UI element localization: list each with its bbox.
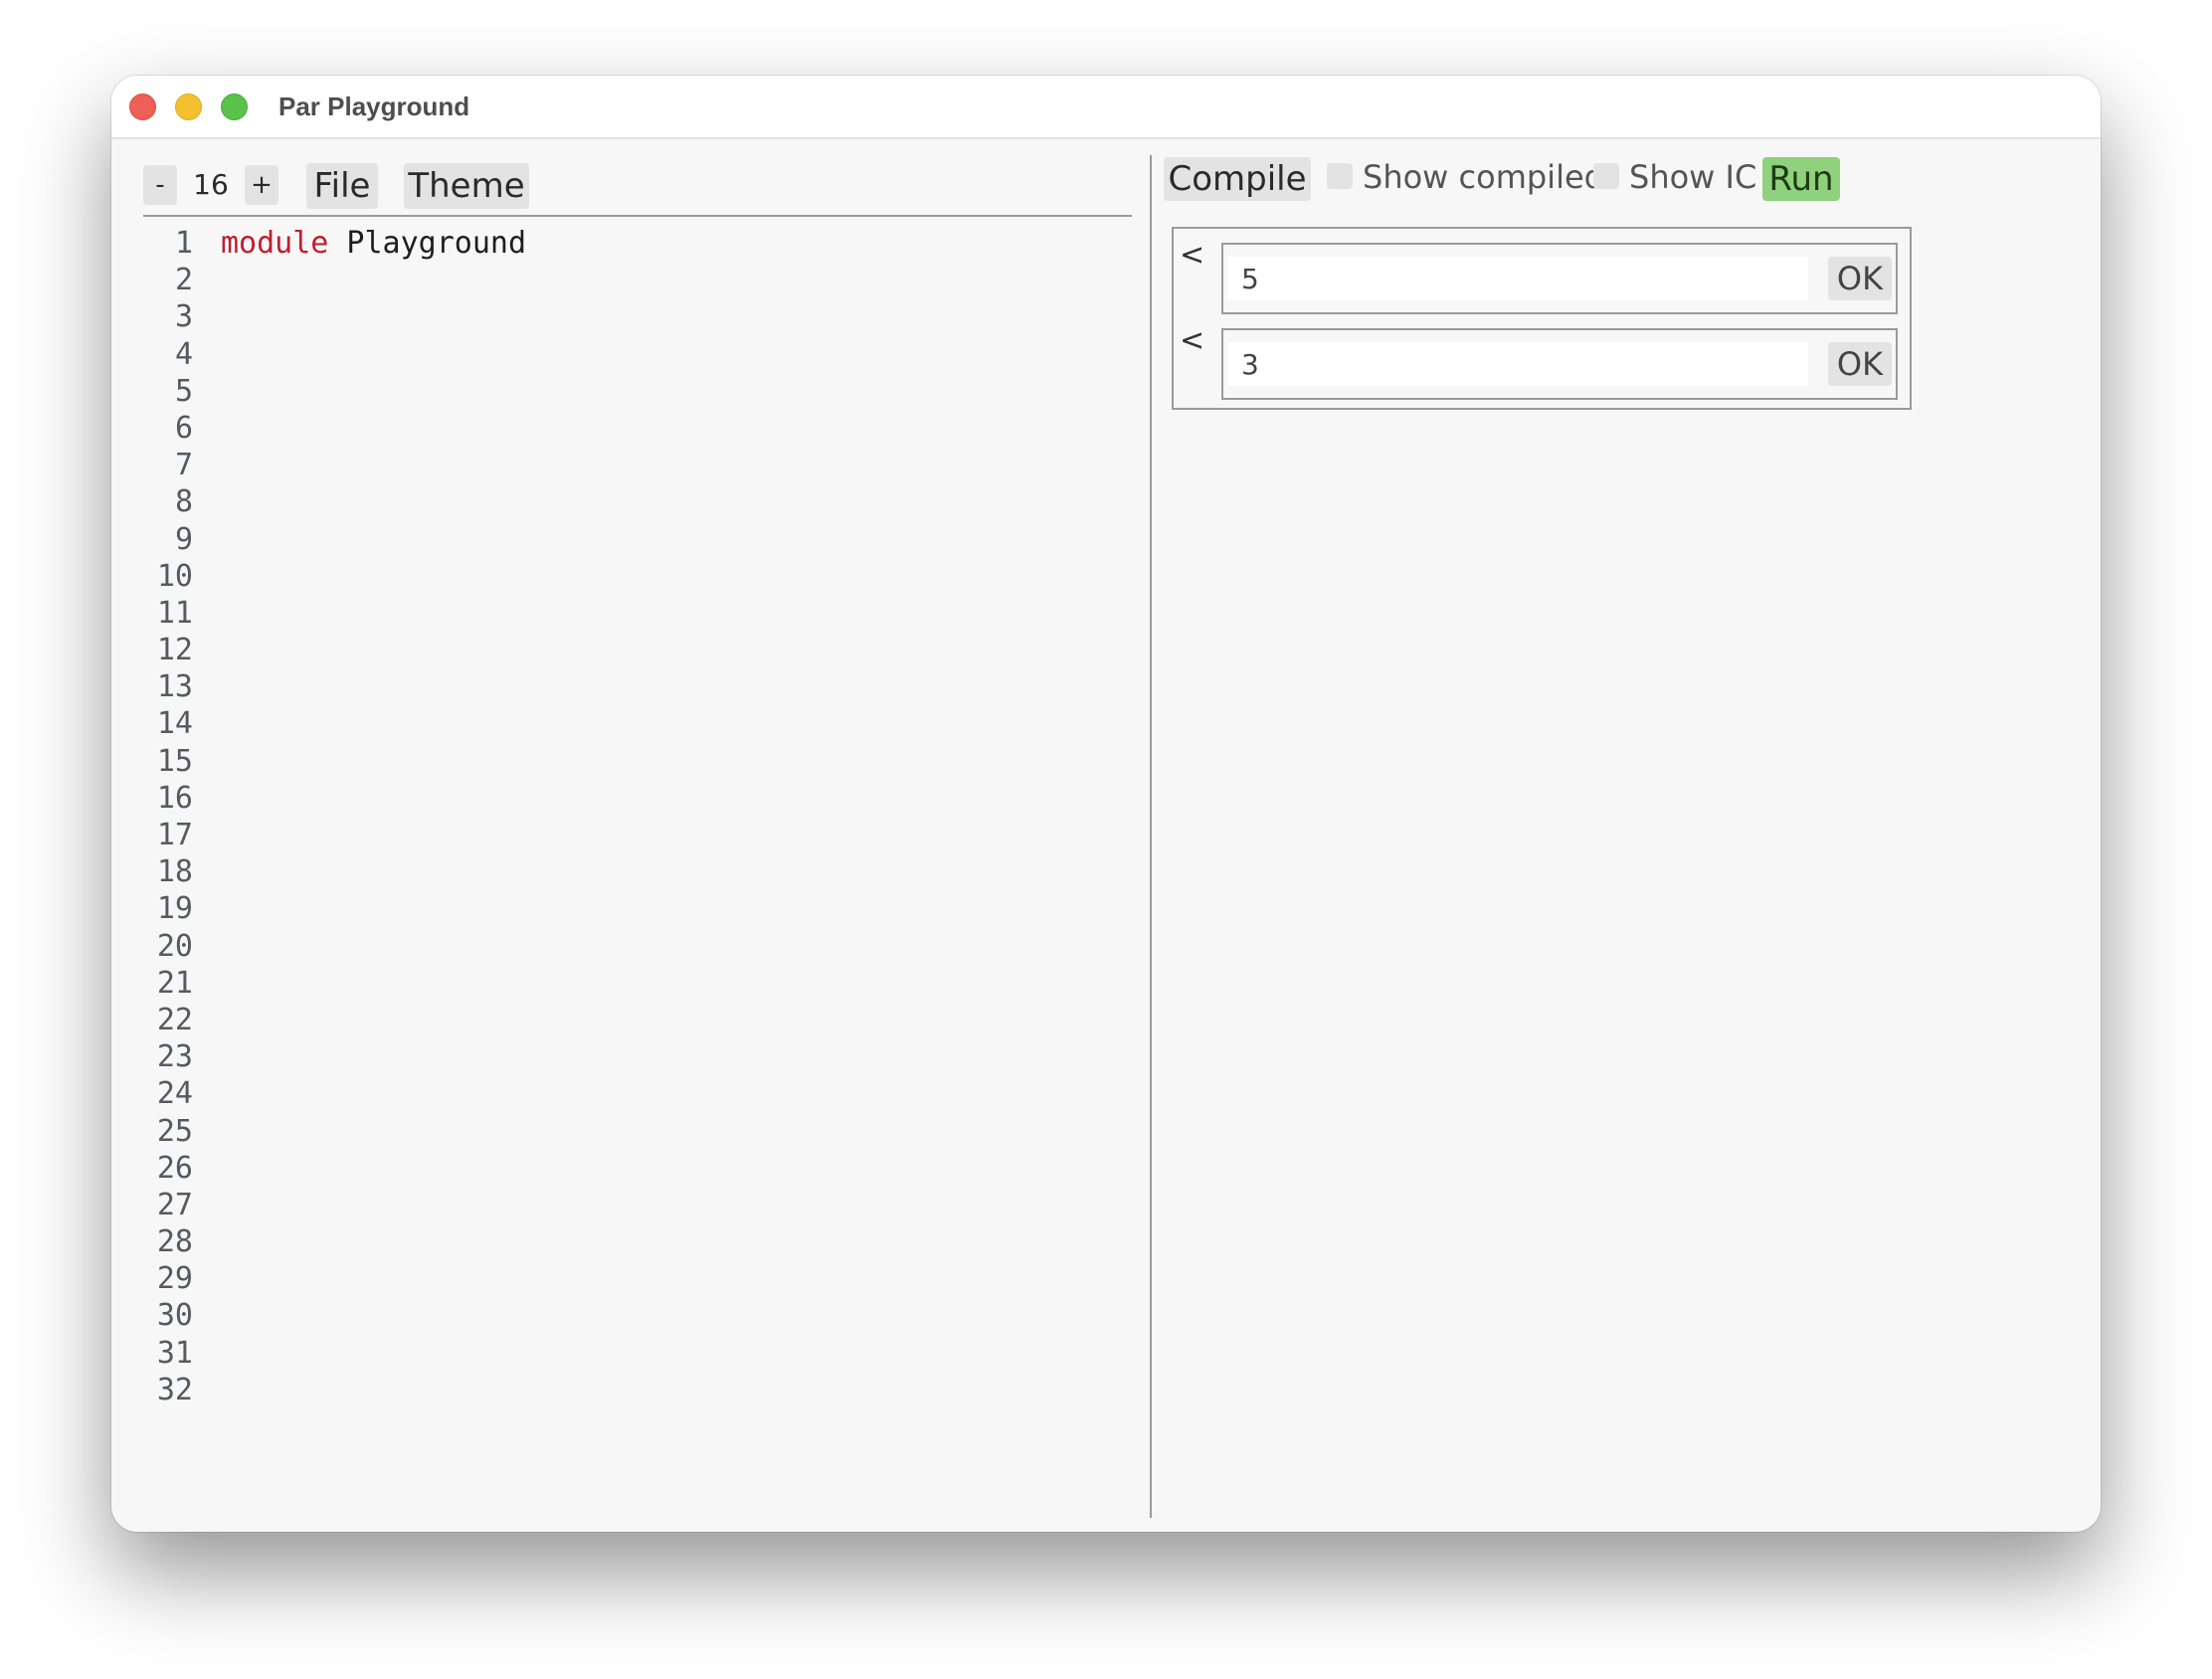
line-number: 16 [156,780,193,816]
line-number: 18 [156,854,193,890]
close-window-button[interactable] [129,93,156,120]
line-number: 9 [174,521,193,557]
code-line[interactable]: module Playground [221,225,1116,262]
line-number: 15 [156,743,193,779]
font-size-value: 16 [193,168,229,201]
line-number: 32 [156,1372,193,1407]
io-panel: < OK < OK [1172,227,1912,410]
line-number: 13 [156,669,193,705]
line-number: 4 [174,336,193,372]
line-number: 26 [156,1150,193,1186]
file-button[interactable]: File [306,163,378,209]
show-compiled-label[interactable]: Show compiled [1363,155,1604,199]
title-bar[interactable]: Par Playground [111,76,2101,139]
line-number: 21 [156,965,193,1001]
show-ic-label[interactable]: Show IC [1629,155,1756,199]
decrease-font-button[interactable]: - [143,165,177,205]
line-number: 12 [156,633,193,668]
line-number: 5 [174,373,193,409]
line-number: 7 [174,448,193,483]
ok-button[interactable]: OK [1828,257,1892,300]
editor-toolbar: - 16 + File Theme [143,159,1132,217]
line-number: 28 [156,1224,193,1260]
prompt-marker: < [1180,323,1205,358]
run-toolbar: Compile Show compiled Show IC Run [1164,155,2059,205]
line-number: 2 [174,263,193,298]
line-number: 8 [174,484,193,520]
line-number: 3 [174,299,193,335]
line-number: 29 [156,1261,193,1297]
line-number: 23 [156,1039,193,1075]
input-request: OK [1221,243,1898,314]
line-number: 14 [156,706,193,742]
show-compiled-checkbox[interactable] [1327,163,1353,189]
input-request: OK [1221,328,1898,400]
line-number: 24 [156,1076,193,1112]
window-title: Par Playground [278,92,470,121]
line-number: 30 [156,1298,193,1334]
show-ic-checkbox[interactable] [1593,163,1619,189]
line-number: 25 [156,1113,193,1149]
value-input[interactable] [1227,257,1808,300]
identifier-token: Playground [328,226,527,261]
app-window: Par Playground - 16 + File Theme 1234567… [111,76,2101,1532]
line-number: 11 [156,595,193,631]
minimize-window-button[interactable] [175,93,202,120]
increase-font-button[interactable]: + [245,165,278,205]
line-number: 17 [156,818,193,852]
value-input[interactable] [1227,342,1808,386]
line-number: 6 [174,410,193,446]
line-number-gutter: 1 2 3 4 5 6 7 8 9 10 11 12 13 14 15 16 17 18 19 20 21 22 23 24 2… [143,225,193,1408]
line-number: 19 [156,891,193,927]
ok-button[interactable]: OK [1828,342,1892,386]
theme-button[interactable]: Theme [404,163,529,209]
line-number: 10 [156,558,193,594]
line-number: 20 [156,928,193,964]
line-number: 31 [156,1335,193,1371]
run-button[interactable]: Run [1762,157,1840,201]
keyword-token: module [221,226,329,261]
line-number: 27 [156,1187,193,1222]
maximize-window-button[interactable] [221,93,248,120]
prompt-marker: < [1180,238,1205,273]
code-editor[interactable]: 1 2 3 4 5 6 7 8 9 10 11 12 13 14 15 16 17 18 19 20 21 22 23 24 2… [143,225,1132,1518]
compile-button[interactable]: Compile [1164,157,1311,201]
pane-divider[interactable] [1150,155,1152,1518]
code-area[interactable]: module Playground [221,225,1116,262]
line-number: 1 [174,226,193,261]
line-number: 22 [156,1002,193,1037]
